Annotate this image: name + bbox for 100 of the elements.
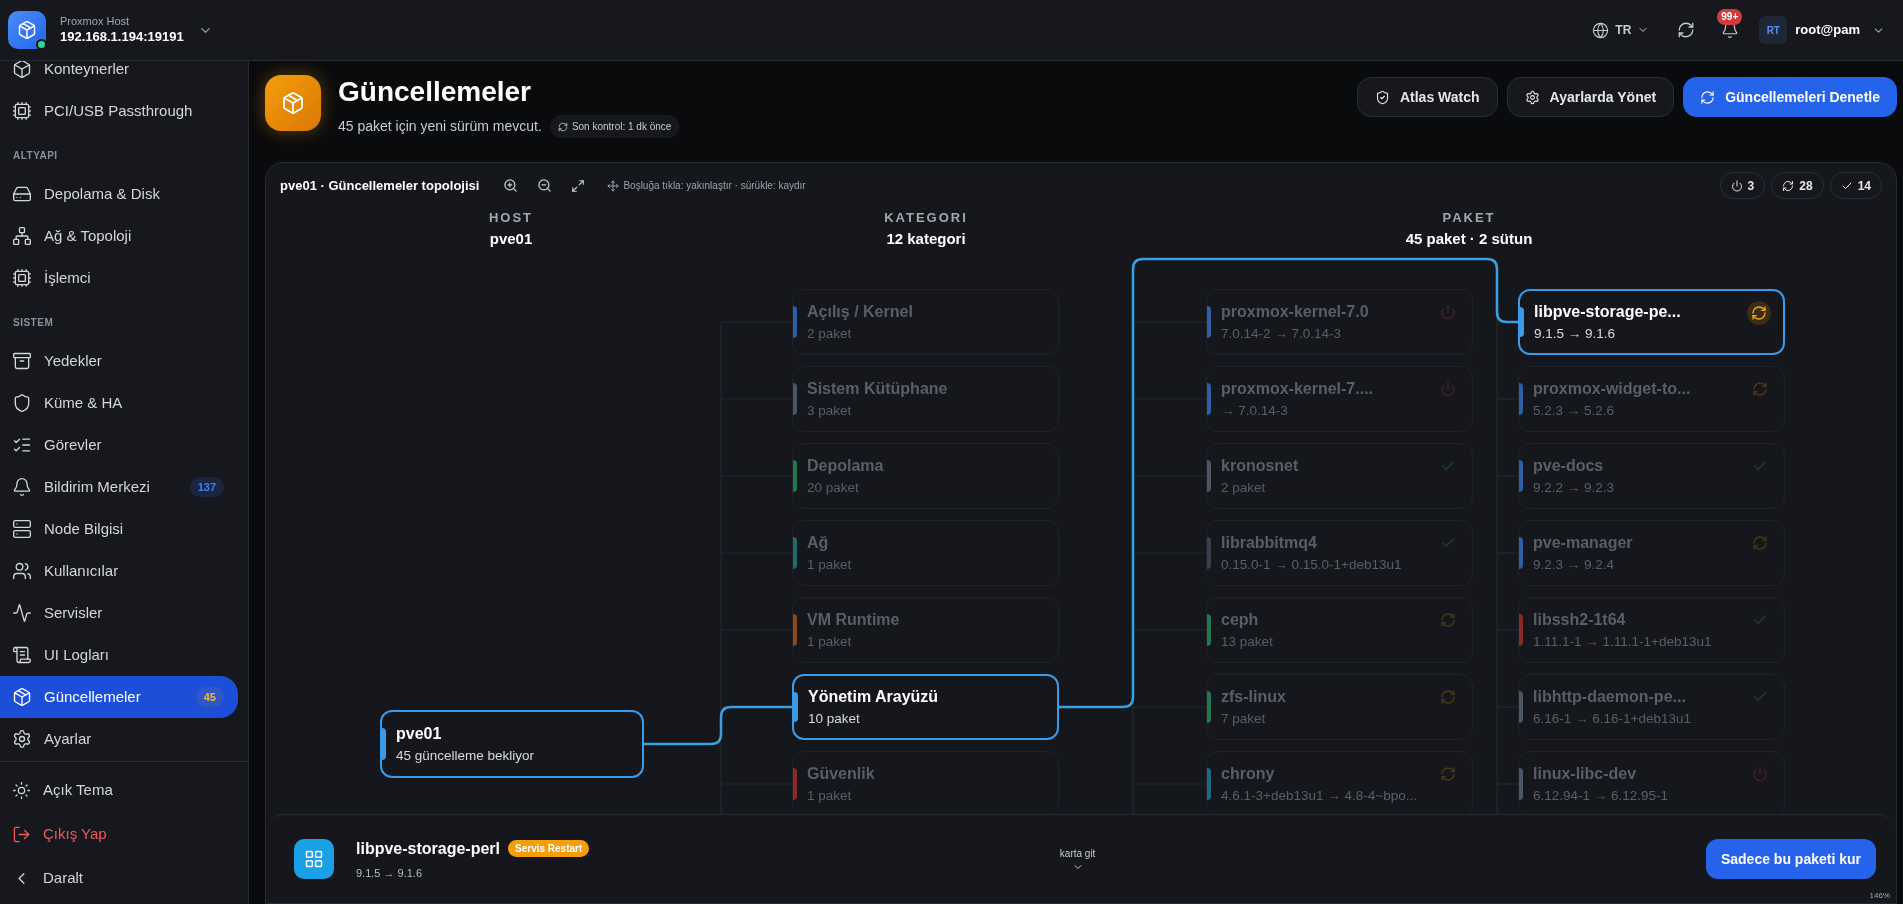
node-subtitle: 10 paket <box>808 709 861 728</box>
column-summary: 45 paket · 2 sütun <box>1405 228 1533 249</box>
nav-icon <box>12 351 32 371</box>
host-address: 192.168.1.194:19191 <box>60 28 184 45</box>
node-title: libssh2-1t64 <box>1533 609 1627 630</box>
fullscreen-icon[interactable] <box>571 178 586 193</box>
zoom-in-icon[interactable] <box>503 178 519 193</box>
sidebar-item[interactable]: UI Logları <box>0 634 238 676</box>
notification-badge: 99+ <box>1717 9 1743 25</box>
node-title: zfs-linux <box>1221 686 1287 707</box>
node-subtitle: 3 paket <box>807 401 853 420</box>
node-subtitle: 7 paket <box>1221 709 1267 728</box>
column-summary: 12 kategori <box>886 228 966 249</box>
user-name[interactable]: root@pam <box>1795 20 1860 40</box>
sidebar-item[interactable]: Yedekler <box>0 340 238 382</box>
node-subtitle: 4.6.1-3+deb13u1 → 4.8-4~bpo... <box>1221 786 1418 805</box>
nav-icon <box>12 61 32 79</box>
last-check-pill: Son kontrol: 1 dk önce <box>549 115 680 138</box>
node-title: libpve-storage-pe... <box>1534 301 1682 322</box>
node-title: librabbitmq4 <box>1221 532 1318 553</box>
sidebar-item[interactable]: Güncellemeler 45 <box>0 676 238 718</box>
category-node[interactable]: Yönetim Arayüzü 10 paket <box>792 674 1059 740</box>
nav-icon <box>12 101 32 121</box>
user-avatar: RT <box>1759 16 1788 44</box>
nav-icon <box>12 603 32 623</box>
node-title: pve-docs <box>1533 455 1605 476</box>
shield-check-icon <box>1374 89 1390 105</box>
refresh-icon[interactable] <box>1677 21 1696 39</box>
nav-icon <box>12 780 31 800</box>
node-title: proxmox-kernel-7.0 <box>1221 301 1370 322</box>
nav-icon <box>12 184 32 204</box>
move-icon <box>607 179 620 192</box>
node-title: Ağ <box>807 532 830 553</box>
node-subtitle: 13 paket <box>1221 632 1274 651</box>
sidebar-item[interactable]: İşlemci <box>0 257 238 299</box>
nav-icon <box>12 393 32 413</box>
node-title: Güvenlik <box>807 763 876 784</box>
node-subtitle: 9.1.5 → 9.1.6 <box>1534 324 1617 343</box>
node-title: libhttp-daemon-pe... <box>1533 686 1687 707</box>
sidebar-item[interactable]: Depolama & Disk <box>0 173 238 215</box>
refresh-icon <box>1700 89 1716 105</box>
sidebar-item[interactable]: Çıkış Yap <box>0 812 248 856</box>
node-title: linux-libc-dev <box>1533 763 1638 784</box>
node-subtitle: → 7.0.14-3 <box>1221 401 1289 420</box>
sidebar-item[interactable]: Küme & HA <box>0 382 238 424</box>
refresh-icon <box>557 121 568 132</box>
node-subtitle: 7.0.14-2 → 7.0.14-3 <box>1221 324 1343 343</box>
node-title: pve-manager <box>1533 532 1634 553</box>
nav-icon <box>12 477 32 497</box>
node-title: Sistem Kütüphane <box>807 378 949 399</box>
go-to-card-link[interactable]: karta git <box>1059 845 1096 873</box>
action-button[interactable]: Güncellemeleri Denetle <box>1683 77 1897 117</box>
nav-icon <box>12 561 32 581</box>
nav-icon <box>12 435 32 455</box>
nav-icon <box>12 645 32 665</box>
host-node[interactable]: pve01 45 güncelleme bekliyor <box>380 710 644 778</box>
column-heading: HOST <box>488 209 534 227</box>
package-name: libpve-storage-perl <box>356 838 501 859</box>
sidebar-item[interactable]: Görevler <box>0 424 238 466</box>
install-package-button[interactable]: Sadece bu paketi kur <box>1705 839 1876 879</box>
column-summary: pve01 <box>489 228 533 249</box>
language-selector[interactable]: TR <box>1592 21 1650 39</box>
zoom-out-icon[interactable] <box>537 178 553 193</box>
column-heading: PAKET <box>1442 209 1496 227</box>
sidebar-item[interactable]: Daralt <box>0 856 248 900</box>
host-label: Proxmox Host <box>60 15 131 29</box>
page-icon <box>265 75 321 131</box>
node-title: proxmox-widget-to... <box>1533 378 1692 399</box>
node-subtitle: 6.16-1 → 6.16-1+deb13u1 <box>1533 709 1692 728</box>
node-subtitle: 5.2.3 → 5.2.6 <box>1533 401 1616 420</box>
page-title: Güncellemeler <box>338 75 532 109</box>
column-heading: KATEGORI <box>884 209 968 227</box>
sidebar-item[interactable]: Bildirim Merkezi 137 <box>0 466 238 508</box>
sidebar-item[interactable]: Ayarlar <box>0 718 238 760</box>
sidebar-item[interactable]: Ağ & Topoloji <box>0 215 238 257</box>
node-title: ceph <box>1221 609 1260 630</box>
node-subtitle: 1.11.1-1 → 1.11.1-1+deb13u1 <box>1533 632 1713 651</box>
section-heading: ALTYAPI <box>12 149 59 163</box>
sidebar-item[interactable]: Kullanıcılar <box>0 550 238 592</box>
action-button[interactable]: Atlas Watch <box>1356 77 1498 117</box>
package-node[interactable]: libpve-storage-pe... 9.1.5 → 9.1.6 <box>1518 289 1785 355</box>
zoom-level: 146% <box>1869 890 1890 902</box>
nav-icon <box>12 519 32 539</box>
refresh-icon <box>1782 179 1795 192</box>
restart-badge: Servis Restart <box>508 840 590 858</box>
node-title: Açılış / Kernel <box>807 301 914 322</box>
node-subtitle: 45 güncelleme bekliyor <box>396 746 536 765</box>
nav-icon <box>12 824 31 844</box>
sidebar-item[interactable]: Servisler <box>0 592 238 634</box>
count-badge: 45 <box>195 686 224 708</box>
sidebar-item[interactable]: Konteynerler <box>0 61 238 90</box>
package-version: 9.1.5 → 9.1.6 <box>356 865 424 881</box>
sidebar-item[interactable]: PCI/USB Passthrough <box>0 90 238 132</box>
node-subtitle: 2 paket <box>1221 478 1267 497</box>
action-button[interactable]: Ayarlarda Yönet <box>1506 77 1675 117</box>
app-logo <box>8 11 46 49</box>
sidebar-item[interactable]: Açık Tema <box>0 768 248 812</box>
node-subtitle: 1 paket <box>807 632 853 651</box>
nav-icon <box>12 268 32 288</box>
sidebar-item[interactable]: Node Bilgisi <box>0 508 238 550</box>
